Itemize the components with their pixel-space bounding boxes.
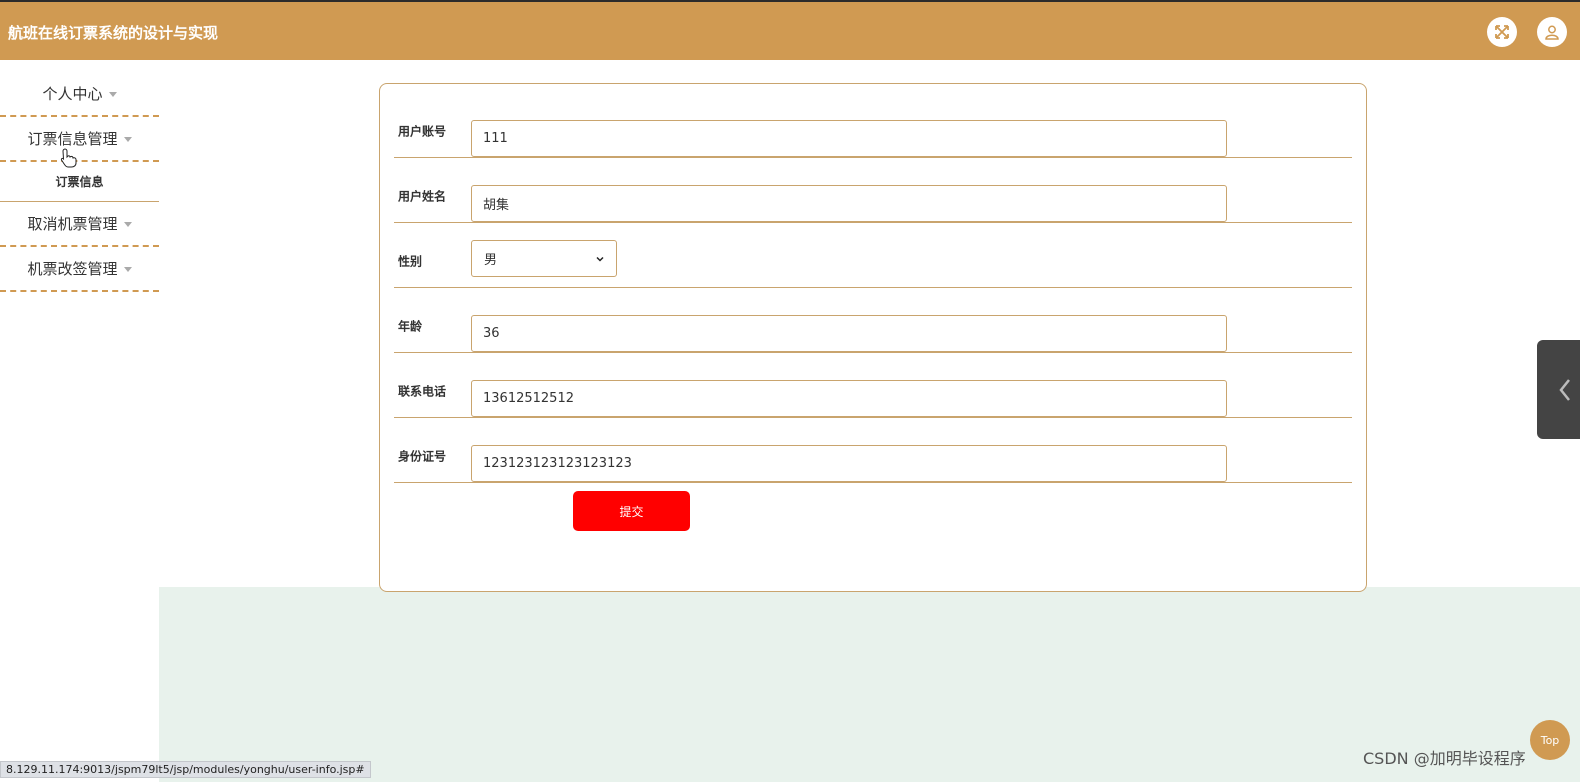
hand-cursor-icon: [60, 148, 77, 168]
submit-button[interactable]: 提交: [573, 491, 690, 531]
account-label: 用户账号: [398, 124, 447, 139]
id-number-label: 身份证号: [398, 449, 447, 464]
chevron-left-icon: [1559, 378, 1570, 401]
sidebar-subitem-label: 订票信息: [55, 175, 104, 189]
form-row-id-number: 身份证号: [394, 418, 1352, 483]
chevron-down-icon: [596, 256, 604, 262]
sidebar-item-personal-center[interactable]: 个人中心: [0, 72, 159, 117]
form-row-name: 用户姓名: [394, 158, 1352, 223]
top-bar: 航班在线订票系统的设计与实现: [0, 0, 1580, 60]
gender-label: 性别: [398, 254, 423, 269]
chevron-down-icon: [123, 222, 132, 227]
chevron-down-icon: [123, 137, 132, 142]
user-icon: [1545, 25, 1559, 40]
name-label: 用户姓名: [398, 189, 447, 204]
sidebar-item-label: 个人中心: [42, 85, 103, 103]
age-input[interactable]: [471, 315, 1227, 352]
form-row-phone: 联系电话: [394, 353, 1352, 418]
user-profile-button[interactable]: [1537, 17, 1567, 47]
user-info-form: 用户账号 用户姓名 性别 男 年龄 联系电话 身份证号 提交: [379, 83, 1367, 592]
sidebar-item-booking-management[interactable]: 订票信息管理: [0, 117, 159, 162]
back-to-top-button[interactable]: Top: [1530, 720, 1570, 760]
form-row-account: 用户账号: [394, 93, 1352, 158]
gender-selected-value: 男: [484, 253, 498, 268]
sidebar-item-label: 订票信息管理: [27, 130, 118, 148]
chevron-down-icon: [123, 267, 132, 272]
phone-input[interactable]: [471, 380, 1227, 417]
id-number-input[interactable]: [471, 445, 1227, 482]
fullscreen-button[interactable]: [1487, 17, 1517, 47]
app-title: 航班在线订票系统的设计与实现: [8, 24, 219, 42]
status-url: 8.129.11.174:9013/jspm79lt5/jsp/modules/…: [0, 761, 371, 778]
watermark: CSDN @加明毕设程序: [1363, 749, 1526, 768]
phone-label: 联系电话: [398, 384, 447, 399]
form-row-age: 年龄: [394, 288, 1352, 353]
chevron-down-icon: [108, 92, 117, 97]
gender-select[interactable]: 男: [471, 240, 617, 277]
sidebar-item-label: 机票改签管理: [27, 260, 118, 278]
name-input[interactable]: [471, 185, 1227, 222]
sidebar-item-cancel-ticket-management[interactable]: 取消机票管理: [0, 202, 159, 247]
account-input[interactable]: [471, 120, 1227, 157]
sidebar-item-label: 取消机票管理: [27, 215, 118, 233]
sidebar-subitem-booking-info[interactable]: 订票信息: [0, 162, 159, 202]
sidebar: 个人中心 订票信息管理 订票信息 取消机票管理 机票改签管理: [0, 72, 159, 292]
sidebar-item-ticket-change-management[interactable]: 机票改签管理: [0, 247, 159, 292]
age-label: 年龄: [398, 319, 423, 334]
fullscreen-icon: [1495, 25, 1509, 39]
side-panel-toggle[interactable]: [1537, 340, 1580, 439]
